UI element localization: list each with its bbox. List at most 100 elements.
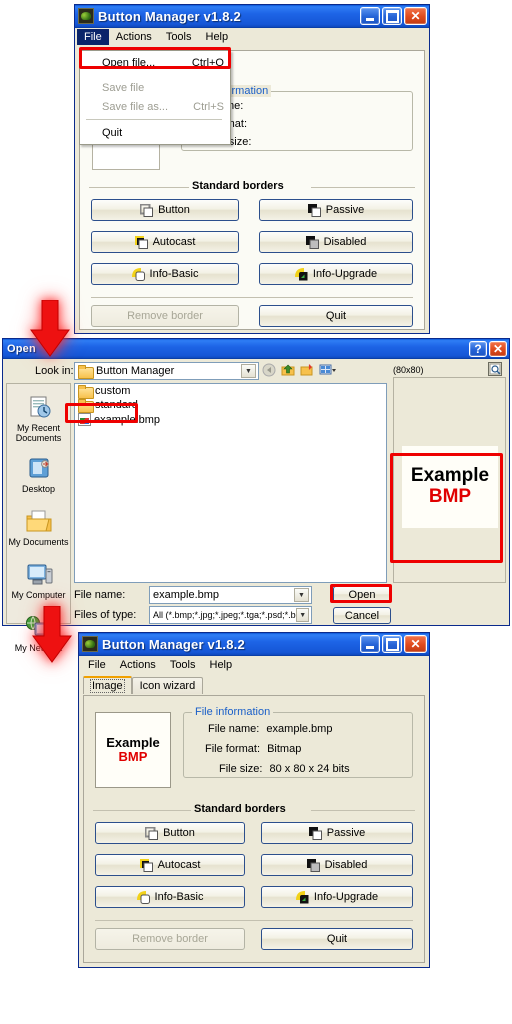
border-autocast-label: Autocast — [157, 859, 201, 871]
menu-quit-label: Quit — [102, 126, 123, 139]
menu-save-file[interactable]: Save file — [80, 78, 230, 97]
chevron-down-icon[interactable]: ▼ — [241, 364, 256, 378]
menu-open-file[interactable]: Open file... Ctrl+O — [80, 53, 230, 72]
new-folder-icon[interactable] — [300, 363, 315, 380]
app-icon — [78, 8, 94, 24]
border-passive-icon — [308, 826, 322, 840]
file-list[interactable]: custom standard example.bmp — [74, 383, 387, 583]
file-name-value: example.bmp — [266, 723, 333, 735]
remove-border-label: Remove border — [127, 310, 203, 322]
border-passive-icon — [307, 203, 321, 217]
chevron-down-icon[interactable]: ▼ — [296, 608, 309, 622]
menu-actions[interactable]: Actions — [113, 657, 163, 673]
menu-open-file-label: Open file... — [102, 56, 156, 69]
titlebar: Button Manager v1.8.2 — [79, 633, 429, 656]
folder-icon — [78, 399, 94, 413]
file-format-value: Bitmap — [267, 743, 302, 755]
place-my-documents-label: My Documents — [8, 537, 69, 547]
preview-size-label: (80x80) — [393, 365, 424, 375]
bottom-sep — [91, 297, 413, 298]
border-button-icon — [139, 203, 154, 217]
place-my-documents[interactable]: My Documents — [7, 504, 70, 547]
place-my-computer-label: My Computer — [11, 590, 66, 600]
border-button-label: Button — [158, 204, 190, 216]
files-of-type-select[interactable]: All (*.bmp;*.jpg;*.jpeg;*.tga;*.psd;*.bl… — [149, 606, 312, 624]
file-information-legend: File information — [192, 706, 274, 718]
preview-image-line1: Example — [410, 465, 490, 487]
border-infobasic-button[interactable]: Info-Basic — [91, 263, 239, 285]
menu-file[interactable]: File — [81, 657, 113, 673]
menu-help[interactable]: Help — [199, 29, 236, 45]
up-folder-icon[interactable] — [281, 363, 296, 380]
list-item-example-bmp[interactable]: example.bmp — [75, 412, 386, 427]
border-passive-button[interactable]: Passive — [261, 822, 413, 844]
open-file-dialog: Open Look in: Button Manager ▼ — [2, 338, 510, 653]
list-item-label: standard — [95, 399, 138, 411]
remove-border-button[interactable]: Remove border — [91, 305, 239, 327]
border-autocast-button[interactable]: Autocast — [95, 854, 245, 876]
border-passive-button[interactable]: Passive — [259, 199, 413, 221]
open-dialog-close-button[interactable] — [489, 340, 507, 357]
borders-sep-left — [89, 187, 189, 188]
file-name-input[interactable]: example.bmp ▼ — [149, 586, 312, 604]
maximize-button[interactable] — [382, 635, 402, 653]
border-disabled-button[interactable]: Disabled — [259, 231, 413, 253]
place-my-recent-documents-label: My Recent Documents — [15, 423, 62, 443]
menu-quit[interactable]: Quit — [80, 123, 230, 142]
close-button[interactable] — [404, 635, 427, 653]
maximize-button[interactable] — [382, 7, 402, 25]
quit-label: Quit — [326, 933, 348, 945]
place-desktop[interactable]: Desktop — [7, 451, 70, 494]
border-disabled-icon — [306, 858, 320, 872]
menu-tools[interactable]: Tools — [163, 657, 203, 673]
tab-image[interactable]: Image — [83, 676, 132, 694]
open-button[interactable]: Open — [333, 586, 391, 603]
bitmap-file-icon — [78, 413, 91, 426]
border-infobasic-button[interactable]: Info-Basic — [95, 886, 245, 908]
chevron-down-icon[interactable]: ▼ — [294, 588, 309, 602]
list-item[interactable]: standard — [75, 398, 386, 413]
minimize-button[interactable] — [360, 635, 380, 653]
open-dialog-titlebar-buttons — [469, 340, 507, 357]
list-item[interactable]: custom — [75, 384, 386, 399]
button-manager-window-step1: Button Manager v1.8.2 File Actions Tools… — [74, 4, 430, 334]
border-infoupgrade-button[interactable]: Info-Upgrade — [261, 886, 413, 908]
place-desktop-label: Desktop — [21, 484, 56, 494]
file-size-label: File size: — [219, 763, 263, 775]
border-autocast-button[interactable]: Autocast — [91, 231, 239, 253]
look-in-combo[interactable]: Button Manager ▼ — [74, 362, 259, 380]
menu-save-file-as[interactable]: Save file as... Ctrl+S — [80, 97, 230, 116]
menu-file[interactable]: File — [77, 28, 109, 45]
place-my-recent-documents[interactable]: My Recent Documents — [7, 390, 70, 443]
menu-tools[interactable]: Tools — [159, 29, 199, 45]
menu-actions[interactable]: Actions — [109, 29, 159, 45]
close-button[interactable] — [404, 7, 427, 25]
border-infoupgrade-button[interactable]: Info-Upgrade — [259, 263, 413, 285]
menu-bar: File Actions Tools Help — [79, 656, 429, 673]
quit-button[interactable]: Quit — [259, 305, 413, 327]
files-of-type-value: All (*.bmp;*.jpg;*.jpeg;*.tga;*.psd;*.bl… — [153, 610, 296, 620]
menu-save-file-as-label: Save file as... — [102, 100, 169, 113]
image-thumbnail: Example BMP — [95, 712, 171, 788]
titlebar-buttons — [360, 7, 427, 25]
back-icon[interactable] — [262, 363, 277, 380]
file-name-row: File name: example.bmp — [208, 723, 332, 735]
border-infoupgrade-label: Info-Upgrade — [313, 891, 379, 903]
open-button-label: Open — [348, 588, 376, 601]
cancel-button[interactable]: Cancel — [333, 607, 391, 624]
recent-documents-icon — [24, 394, 54, 422]
help-button[interactable] — [469, 340, 487, 357]
border-disabled-button[interactable]: Disabled — [261, 854, 413, 876]
border-infobasic-icon — [136, 890, 150, 904]
border-button-button[interactable]: Button — [95, 822, 245, 844]
minimize-button[interactable] — [360, 7, 380, 25]
border-button-button[interactable]: Button — [91, 199, 239, 221]
step-arrow-down-1 — [28, 299, 72, 358]
file-name-label: File name: — [74, 589, 126, 601]
quit-button[interactable]: Quit — [261, 928, 413, 950]
views-icon[interactable] — [319, 363, 337, 380]
place-my-computer[interactable]: My Computer — [7, 557, 70, 600]
menu-help[interactable]: Help — [203, 657, 240, 673]
remove-border-button[interactable]: Remove border — [95, 928, 245, 950]
tab-icon-wizard[interactable]: Icon wizard — [131, 677, 204, 694]
